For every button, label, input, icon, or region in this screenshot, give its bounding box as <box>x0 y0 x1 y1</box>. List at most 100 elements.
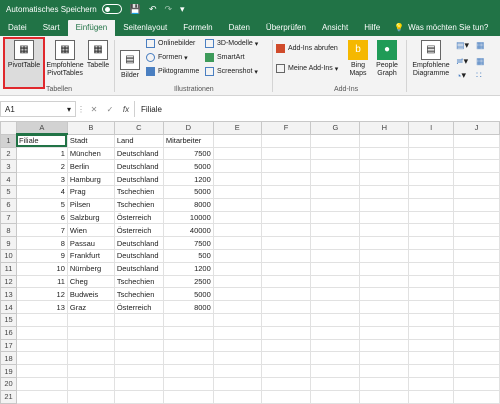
cell-i11[interactable] <box>408 261 455 276</box>
row-header[interactable]: 11 <box>0 261 17 276</box>
cell-i9[interactable] <box>408 236 455 250</box>
cell-b3[interactable]: Berlin <box>66 159 115 174</box>
row-header[interactable]: 15 <box>0 312 17 327</box>
cell-e9[interactable] <box>212 236 262 250</box>
cell-b5[interactable]: Prag <box>66 184 115 199</box>
cell-c19[interactable] <box>113 364 164 378</box>
row-header[interactable]: 14 <box>0 300 17 314</box>
cell-h10[interactable] <box>359 248 410 263</box>
row-header[interactable]: 12 <box>0 274 17 289</box>
cell-c6[interactable]: Tschechien <box>113 197 164 212</box>
cell-g4[interactable] <box>310 172 361 186</box>
line-chart-button[interactable]: ≓ ▾ <box>456 56 468 67</box>
cell-d11[interactable]: 1200 <box>162 261 214 276</box>
shapes-button[interactable]: Formen ▾ <box>146 53 188 62</box>
cell-f7[interactable] <box>260 210 312 225</box>
cell-e3[interactable] <box>212 159 262 174</box>
cell-d15[interactable] <box>162 312 214 327</box>
cell-i15[interactable] <box>408 312 455 327</box>
row-header[interactable]: 6 <box>0 197 17 212</box>
cell-g10[interactable] <box>310 248 361 263</box>
customize-toolbar-icon[interactable]: ▾ <box>180 4 185 15</box>
cell-h19[interactable] <box>359 364 410 378</box>
cell-c17[interactable] <box>113 338 164 353</box>
cell-h1[interactable] <box>359 133 410 148</box>
my-addins-button[interactable]: Meine Add-Ins ▾ <box>276 64 338 73</box>
tell-me-search[interactable]: 💡 Was möchten Sie tun? <box>388 23 492 36</box>
cell-f13[interactable] <box>260 287 312 302</box>
cell-c18[interactable] <box>113 351 164 366</box>
cell-i6[interactable] <box>408 197 455 212</box>
cell-c3[interactable]: Deutschland <box>113 159 164 174</box>
row-header[interactable]: 16 <box>0 325 17 340</box>
cell-j11[interactable] <box>453 261 500 276</box>
cell-c1[interactable]: Land <box>113 133 164 148</box>
cell-j13[interactable] <box>453 287 500 302</box>
cell-e14[interactable] <box>212 300 262 314</box>
cell-e5[interactable] <box>212 184 262 199</box>
cell-j7[interactable] <box>453 210 500 225</box>
cell-d13[interactable]: 5000 <box>162 287 214 302</box>
tab-ueberpruefen[interactable]: Überprüfen <box>258 23 314 36</box>
cell-i20[interactable] <box>408 376 455 391</box>
cell-g16[interactable] <box>310 325 361 340</box>
pictures-button[interactable]: ▤ Bilder <box>118 50 142 80</box>
confirm-icon[interactable]: ✓ <box>102 105 118 114</box>
cell-c8[interactable]: Österreich <box>113 223 164 238</box>
cell-j17[interactable] <box>453 338 500 353</box>
cell-e15[interactable] <box>212 312 262 327</box>
cell-a9[interactable]: 8 <box>15 236 68 250</box>
cell-h11[interactable] <box>359 261 410 276</box>
cell-e1[interactable] <box>212 133 262 148</box>
cell-j8[interactable] <box>453 223 500 238</box>
cell-e21[interactable] <box>212 389 262 404</box>
cell-b10[interactable]: Frankfurt <box>66 248 115 263</box>
row-header[interactable]: 21 <box>0 389 17 404</box>
cell-i18[interactable] <box>408 351 455 366</box>
cell-g8[interactable] <box>310 223 361 238</box>
cell-g15[interactable] <box>310 312 361 327</box>
cell-h15[interactable] <box>359 312 410 327</box>
cell-e20[interactable] <box>212 376 262 391</box>
cell-i2[interactable] <box>408 146 455 161</box>
cell-b17[interactable] <box>66 338 115 353</box>
get-addins-button[interactable]: Add-Ins abrufen <box>276 44 338 53</box>
cell-b21[interactable] <box>66 389 115 404</box>
cell-g13[interactable] <box>310 287 361 302</box>
column-header-h[interactable]: H <box>359 121 410 135</box>
cell-d18[interactable] <box>162 351 214 366</box>
cell-c12[interactable]: Tschechien <box>113 274 164 289</box>
name-box[interactable]: A1 ▾ <box>0 101 76 117</box>
cell-f6[interactable] <box>260 197 312 212</box>
cell-j2[interactable] <box>453 146 500 161</box>
cell-a14[interactable]: 13 <box>15 300 68 314</box>
cell-c20[interactable] <box>113 376 164 391</box>
cell-f4[interactable] <box>260 172 312 186</box>
cell-e12[interactable] <box>212 274 262 289</box>
cell-j20[interactable] <box>453 376 500 391</box>
online-pictures-button[interactable]: Onlinebilder <box>146 39 195 48</box>
cell-a20[interactable] <box>15 376 68 391</box>
cell-h21[interactable] <box>359 389 410 404</box>
cell-j4[interactable] <box>453 172 500 186</box>
cell-a2[interactable]: 1 <box>15 146 68 161</box>
cell-i5[interactable] <box>408 184 455 199</box>
cell-g12[interactable] <box>310 274 361 289</box>
cell-i16[interactable] <box>408 325 455 340</box>
cell-f2[interactable] <box>260 146 312 161</box>
cell-b2[interactable]: München <box>66 146 115 161</box>
row-header[interactable]: 2 <box>0 146 17 161</box>
cell-h16[interactable] <box>359 325 410 340</box>
cell-a3[interactable]: 2 <box>15 159 68 174</box>
tab-start[interactable]: Start <box>35 23 68 36</box>
cell-a15[interactable] <box>15 312 68 327</box>
cell-b12[interactable]: Cheg <box>66 274 115 289</box>
cell-g7[interactable] <box>310 210 361 225</box>
cell-a21[interactable] <box>15 389 68 404</box>
cell-c2[interactable]: Deutschland <box>113 146 164 161</box>
cell-h7[interactable] <box>359 210 410 225</box>
cell-c4[interactable]: Deutschland <box>113 172 164 186</box>
cell-b20[interactable] <box>66 376 115 391</box>
cell-e11[interactable] <box>212 261 262 276</box>
cell-f16[interactable] <box>260 325 312 340</box>
